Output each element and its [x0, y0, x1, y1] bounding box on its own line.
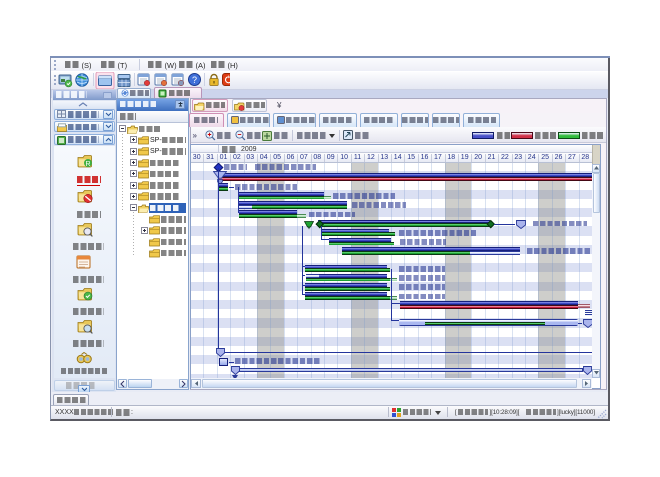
svg-text:?: ? [192, 75, 197, 85]
svg-text:R: R [85, 161, 90, 168]
